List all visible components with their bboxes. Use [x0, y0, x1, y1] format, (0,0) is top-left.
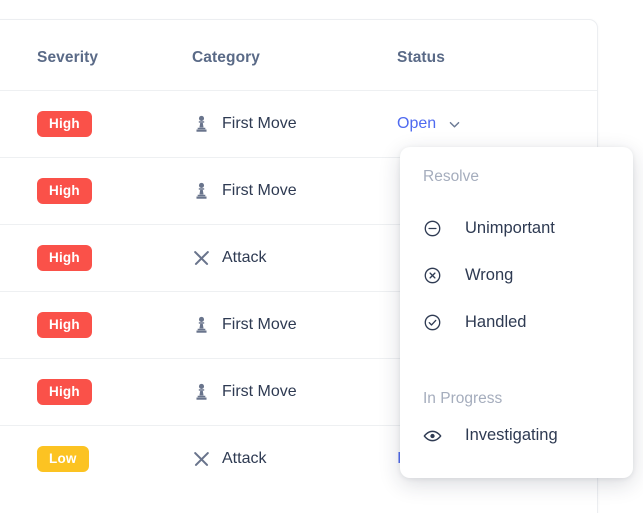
status-dropdown-trigger[interactable]: Open — [397, 115, 597, 133]
category-cell: First Move — [192, 315, 397, 336]
chess-pawn-icon — [192, 114, 211, 135]
menu-group-label-resolve: Resolve — [423, 168, 479, 185]
category-label: Attack — [222, 450, 267, 467]
category-value: First Move — [192, 382, 397, 403]
status-table-screen: Severity Category Status High First Move… — [0, 0, 643, 513]
severity-cell: High — [37, 378, 192, 406]
category-label: Attack — [222, 249, 267, 266]
chevron-down-icon[interactable] — [448, 118, 461, 131]
status-badge: High — [37, 378, 92, 406]
severity-cell: High — [37, 311, 192, 339]
category-value: Attack — [192, 449, 397, 470]
chess-pawn-icon — [192, 382, 211, 403]
status-cell: Open — [397, 115, 597, 133]
menu-item-unimportant[interactable]: Unimportant — [400, 205, 633, 252]
crossed-swords-icon — [192, 248, 211, 269]
category-cell: First Move — [192, 181, 397, 202]
status-dropdown-menu: Resolve Unimportant Wrong Handled In Pro… — [400, 147, 633, 478]
category-label: First Move — [222, 182, 297, 199]
menu-item-handled[interactable]: Handled — [400, 299, 633, 346]
table-header-row: Severity Category Status — [0, 20, 597, 90]
category-label: First Move — [222, 115, 297, 132]
status-badge: High — [37, 177, 92, 205]
severity-cell: High — [37, 177, 192, 205]
category-value: First Move — [192, 181, 397, 202]
status-badge: High — [37, 311, 92, 339]
check-circle-icon — [423, 313, 442, 332]
severity-cell: Low — [37, 445, 192, 473]
severity-cell: High — [37, 110, 192, 138]
category-label: First Move — [222, 316, 297, 333]
category-cell: First Move — [192, 382, 397, 403]
column-header-severity: Severity — [37, 49, 99, 66]
eye-icon — [423, 426, 442, 445]
crossed-swords-icon — [192, 449, 211, 470]
category-cell: Attack — [192, 449, 397, 470]
minus-circle-icon — [423, 219, 442, 238]
chess-pawn-icon — [192, 315, 211, 336]
category-value: Attack — [192, 248, 397, 269]
category-label: First Move — [222, 383, 297, 400]
category-cell: First Move — [192, 114, 397, 135]
severity-cell: High — [37, 244, 192, 272]
chess-pawn-icon — [192, 181, 211, 202]
category-value: First Move — [192, 114, 397, 135]
category-cell: Attack — [192, 248, 397, 269]
menu-item-label: Investigating — [465, 426, 558, 444]
menu-item-label: Handled — [465, 313, 527, 331]
x-circle-icon — [423, 266, 442, 285]
column-header-status: Status — [397, 49, 445, 66]
column-header-category: Category — [192, 49, 260, 66]
menu-item-label: Wrong — [465, 266, 514, 284]
category-value: First Move — [192, 315, 397, 336]
status-badge: High — [37, 110, 92, 138]
menu-group-label-in-progress: In Progress — [423, 390, 503, 407]
status-badge: Low — [37, 445, 89, 473]
menu-item-label: Unimportant — [465, 219, 555, 237]
status-value: Open — [397, 115, 437, 132]
menu-item-investigating[interactable]: Investigating — [400, 412, 633, 459]
menu-item-wrong[interactable]: Wrong — [400, 252, 633, 299]
status-badge: High — [37, 244, 92, 272]
